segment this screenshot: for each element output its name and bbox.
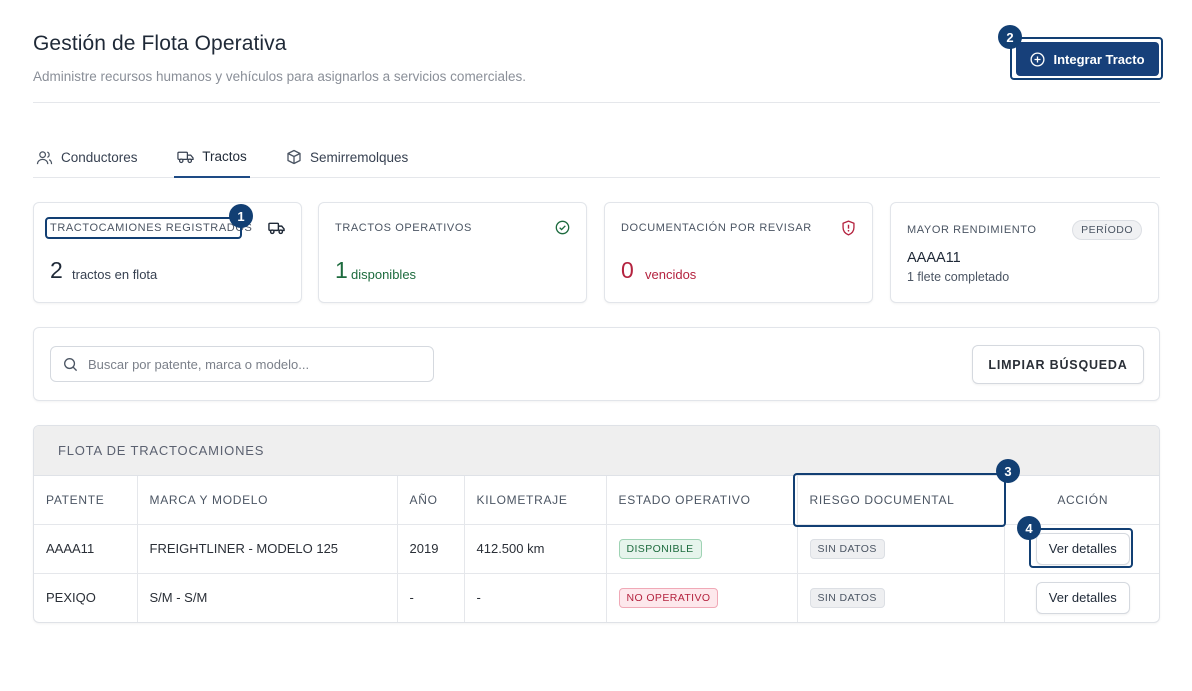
ver-detalles-button[interactable]: Ver detalles [1035, 581, 1130, 614]
risk-badge: SIN DATOS [809, 538, 885, 559]
column-header-riesgo[interactable]: RIESGO DOCUMENTAL [797, 476, 1005, 525]
integrar-tracto-button[interactable]: Integrar Tracto [1016, 42, 1159, 76]
annotation-badge-4: 4 [1017, 516, 1041, 540]
card-documentacion-label: DOCUMENTACIÓN POR REVISAR [621, 222, 812, 234]
box-icon [287, 149, 301, 165]
tab-semirremolques[interactable]: Semirremolques [286, 137, 408, 177]
fleet-table: PATENTE MARCA Y MODELO AÑO KILOMETRAJE E… [34, 476, 1159, 622]
column-header-kilometraje[interactable]: KILOMETRAJE [464, 476, 607, 525]
cell-accion: Ver detalles [1004, 573, 1159, 622]
risk-badge: SIN DATOS [809, 587, 885, 608]
column-header-patente[interactable]: PATENTE [34, 476, 138, 525]
integrar-tracto-label: Integrar Tracto [1053, 51, 1145, 67]
page-subtitle: Administre recursos humanos y vehículos … [33, 69, 526, 84]
search-panel: LIMPIAR BÚSQUEDA [33, 327, 1160, 401]
cell-kilometraje: 412.500 km [464, 524, 607, 574]
card-rendimiento: MAYOR RENDIMIENTO PERÍODO AAAA11 1 flete… [890, 202, 1159, 303]
truck-icon [177, 151, 194, 163]
annotation-badge-3: 3 [996, 459, 1020, 483]
cell-marca-modelo: S/M - S/M [137, 573, 398, 622]
clear-search-button[interactable]: LIMPIAR BÚSQUEDA [972, 345, 1144, 384]
card-operativos-caption: disponibles [351, 267, 417, 282]
truck-icon [268, 222, 285, 235]
table-header-bar: FLOTA DE TRACTOCAMIONES [34, 426, 1159, 476]
tab-tractos[interactable]: Tractos [174, 137, 250, 178]
annotation-badge-2: 2 [998, 25, 1022, 49]
tab-conductores-label: Conductores [61, 149, 138, 165]
table-row: PEXIQO S/M - S/M - - NO OPERATIVO SIN DA… [34, 573, 1159, 622]
search-input[interactable] [88, 356, 408, 372]
page-title: Gestión de Flota Operativa [33, 32, 287, 55]
search-icon [64, 357, 78, 371]
annotation-badge-1: 1 [229, 204, 253, 228]
status-badge: DISPONIBLE [618, 538, 702, 559]
fleet-table-panel: FLOTA DE TRACTOCAMIONES PATENTE MARCA Y … [33, 425, 1160, 623]
cell-kilometraje: - [464, 573, 607, 622]
check-circle-icon [555, 220, 570, 235]
tab-semirremolques-label: Semirremolques [310, 149, 409, 165]
table-row: AAAA11 FREIGHTLINER - MODELO 125 2019 41… [34, 524, 1159, 574]
cell-patente: PEXIQO [34, 573, 138, 622]
cell-marca-modelo: FREIGHTLINER - MODELO 125 [137, 524, 398, 574]
card-operativos-label: TRACTOS OPERATIVOS [335, 222, 472, 234]
cell-estado: DISPONIBLE [606, 524, 798, 574]
ver-detalles-button[interactable]: Ver detalles [1035, 532, 1130, 565]
card-operativos-value: 1 [335, 257, 348, 283]
shield-alert-icon [842, 220, 855, 236]
cell-riesgo: SIN DATOS [797, 573, 1005, 622]
column-header-marca-modelo[interactable]: MARCA Y MODELO [137, 476, 398, 525]
table-title: FLOTA DE TRACTOCAMIONES [58, 443, 265, 458]
status-badge: NO OPERATIVO [618, 587, 719, 608]
search-field[interactable] [50, 346, 434, 382]
card-documentacion: DOCUMENTACIÓN POR REVISAR 0 vencidos [604, 202, 873, 303]
card-rendimiento-value: AAAA11 [907, 250, 961, 266]
page-header: Gestión de Flota Operativa Administre re… [33, 32, 1160, 103]
card-rendimiento-label: MAYOR RENDIMIENTO [907, 224, 1037, 236]
card-registrados-caption: tractos en flota [72, 267, 158, 282]
tab-tractos-label: Tractos [202, 149, 247, 164]
tab-bar: Conductores Tractos Semirremolques [33, 137, 1160, 178]
cell-anio: - [397, 573, 465, 622]
cell-riesgo: SIN DATOS [797, 524, 1005, 574]
cell-patente: AAAA11 [34, 524, 138, 574]
table-header-row: PATENTE MARCA Y MODELO AÑO KILOMETRAJE E… [34, 476, 1159, 525]
card-registrados-value: 2 [50, 257, 63, 283]
card-registrados: TRACTOCAMIONES REGISTRADOS 2 tractos en … [33, 202, 302, 303]
period-badge: PERÍODO [1072, 220, 1142, 240]
cell-anio: 2019 [397, 524, 465, 574]
plus-circle-icon [1030, 51, 1046, 67]
tab-conductores[interactable]: Conductores [36, 137, 138, 177]
card-registrados-label: TRACTOCAMIONES REGISTRADOS [50, 222, 253, 234]
card-operativos: TRACTOS OPERATIVOS 1 disponibles [318, 202, 587, 303]
card-rendimiento-caption: 1 flete completado [907, 270, 1010, 284]
card-documentacion-value: 0 [621, 257, 634, 283]
users-icon [36, 150, 53, 164]
cell-estado: NO OPERATIVO [606, 573, 798, 622]
column-header-estado[interactable]: ESTADO OPERATIVO [606, 476, 798, 525]
card-documentacion-caption: vencidos [645, 267, 697, 282]
column-header-anio[interactable]: AÑO [397, 476, 465, 525]
